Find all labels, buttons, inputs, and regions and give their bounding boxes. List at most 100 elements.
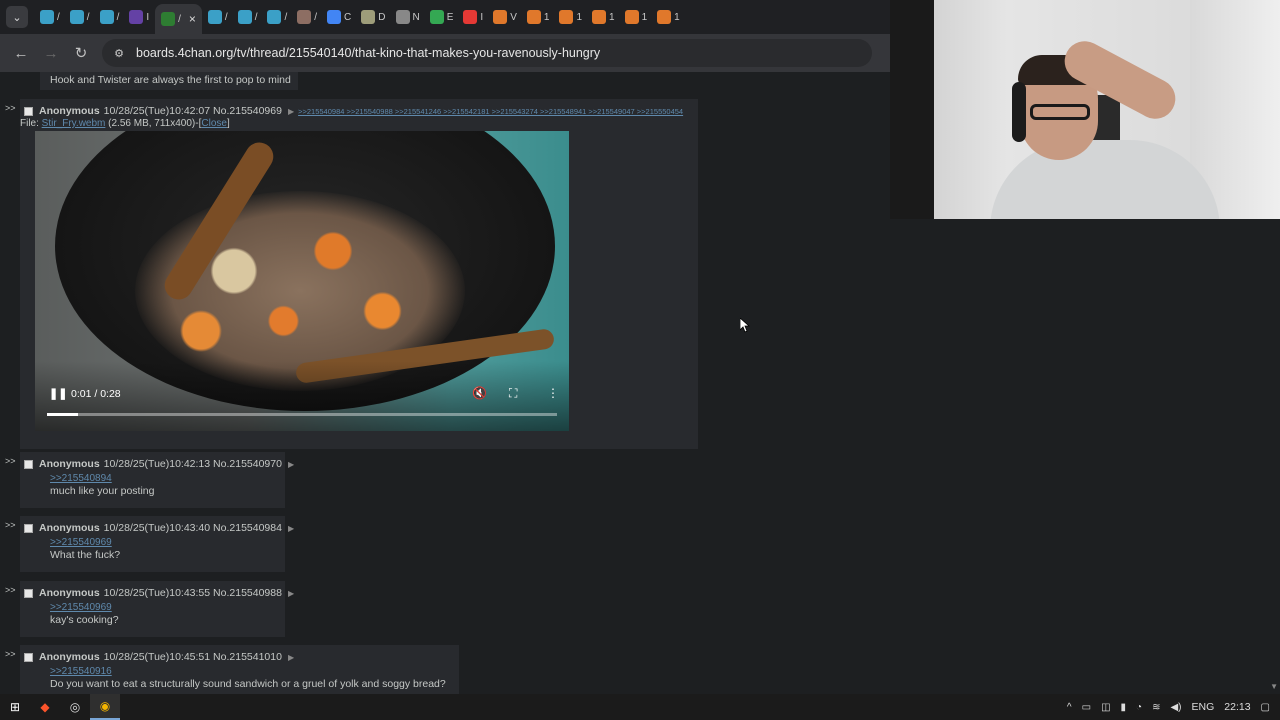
post-checkbox[interactable] — [24, 652, 33, 662]
previous-post: Hook and Twister are always the first to… — [40, 72, 298, 90]
mouse-cursor-icon — [740, 318, 750, 333]
post-message: kay's cooking? — [50, 614, 119, 626]
back-button[interactable]: ← — [8, 40, 34, 66]
tray-app-icon-2[interactable]: ◫ — [1101, 702, 1110, 713]
post-menu-icon[interactable]: ▶ — [288, 653, 294, 662]
browser-tab[interactable]: 1 — [523, 3, 554, 31]
browser-tab[interactable]: / — [96, 3, 124, 31]
browser-tab[interactable]: / — [36, 3, 64, 31]
video-time: 0:01 / 0:28 — [71, 388, 121, 400]
quote-link[interactable]: >>215540916 — [50, 666, 112, 677]
start-icon[interactable]: ⊞ — [0, 694, 30, 720]
post-arrow: >> — [5, 520, 16, 530]
tab-title: E — [446, 11, 454, 23]
browser-tab[interactable]: / — [66, 3, 94, 31]
system-tray: ^ ▭ ◫ ▮ ◔ ≋ ◀) ENG 22:13 ▢ — [1062, 694, 1280, 720]
browser-tab[interactable]: / — [263, 3, 291, 31]
grid-icon — [99, 10, 114, 24]
close-video-link[interactable]: Close — [201, 118, 227, 129]
notifications-icon[interactable]: ▢ — [1261, 702, 1270, 713]
quote-link[interactable]: >>215540969 — [50, 537, 112, 548]
chrome-icon[interactable]: ◉ — [90, 694, 120, 720]
post-number[interactable]: No.215540988 — [213, 587, 282, 599]
browser-tab[interactable]: D — [357, 3, 389, 31]
browser-tab[interactable]: / — [234, 3, 262, 31]
tab-title: 1 — [609, 11, 615, 23]
brave-icon[interactable]: ◆ — [30, 694, 60, 720]
backlinks[interactable]: >>215540984 >>215540988 >>215541246 >>21… — [298, 107, 683, 116]
volume-icon[interactable]: ◀) — [1170, 702, 1181, 713]
browser-tab[interactable]: 1 — [588, 3, 619, 31]
grid-icon — [69, 10, 84, 24]
post-datetime: 10/28/25(Tue)10:45:51 — [103, 651, 211, 663]
browser-tab[interactable]: E — [426, 3, 458, 31]
post-number[interactable]: No.215540970 — [213, 458, 282, 470]
post-arrow: >> — [5, 456, 16, 466]
tab-search-dropdown[interactable]: ⌄ — [6, 6, 28, 28]
tab-title: I — [480, 11, 484, 23]
obs-icon[interactable]: ◎ — [60, 694, 90, 720]
browser-tab[interactable]: I — [125, 3, 153, 31]
tray-app-icon[interactable]: ▭ — [1082, 702, 1091, 713]
post-checkbox[interactable] — [24, 523, 33, 533]
browser-tab[interactable]: 1 — [555, 3, 586, 31]
file-info: File: Stir_Fry.webm (2.56 MB, 711x400)-[… — [20, 118, 230, 129]
post-checkbox[interactable] — [24, 588, 33, 598]
post-menu-icon[interactable]: ▶ — [288, 107, 294, 116]
post-arrow: >> — [5, 649, 16, 659]
mic-icon[interactable]: ▮ — [1121, 702, 1127, 713]
close-tab-icon[interactable]: × — [189, 12, 196, 26]
clock[interactable]: 22:13 — [1224, 701, 1250, 713]
basketball-icon — [657, 10, 672, 24]
tab-title: D — [378, 11, 386, 23]
poster-name: Anonymous — [39, 105, 100, 117]
reply-post: Anonymous 10/28/25(Tue)10:43:55 No.215540… — [20, 581, 294, 637]
muted-icon[interactable]: 🔇 — [472, 386, 487, 400]
post-number[interactable]: No.215541010 — [213, 651, 282, 663]
browser-tab[interactable]: C — [323, 3, 355, 31]
post-message: Do you want to eat a structurally sound … — [50, 678, 446, 690]
video-progress-bar[interactable] — [47, 413, 557, 416]
post-arrow: >> — [5, 103, 16, 113]
browser-tab[interactable]: 1 — [653, 3, 684, 31]
tab-title: / — [178, 13, 181, 25]
browser-tab[interactable]: / — [293, 3, 321, 31]
post-checkbox[interactable] — [24, 459, 33, 469]
basketball-icon — [624, 10, 639, 24]
browser-tab[interactable]: / — [204, 3, 232, 31]
fullscreen-icon[interactable]: ⛶ — [509, 386, 517, 401]
post-checkbox[interactable] — [24, 106, 33, 116]
browser-tab[interactable]: / × — [155, 4, 202, 34]
more-options-icon[interactable]: ⋮ — [547, 386, 559, 400]
tray-chevron-icon[interactable]: ^ — [1067, 702, 1072, 713]
post-menu-icon[interactable]: ▶ — [288, 524, 294, 533]
tab-title: 1 — [543, 11, 550, 23]
language-indicator[interactable]: ENG — [1192, 701, 1215, 713]
wifi-icon[interactable]: ≋ — [1152, 702, 1160, 713]
forward-button[interactable]: → — [38, 40, 64, 66]
video-player[interactable]: ❚❚ 0:01 / 0:28 🔇 ⛶ ⋮ — [35, 131, 569, 431]
post-number[interactable]: No.215540984 — [213, 522, 282, 534]
file-meta: (2.56 MB, 711x400)-[ — [105, 118, 202, 129]
address-bar[interactable]: ⚙ boards.4chan.org/tv/thread/215540140/t… — [102, 39, 872, 67]
tab-title: N — [412, 11, 420, 23]
quote-link[interactable]: >>215540894 — [50, 473, 112, 484]
disk-icon — [361, 10, 376, 24]
post-menu-icon[interactable]: ▶ — [288, 589, 294, 598]
post-number[interactable]: No.215540969 — [213, 105, 282, 117]
browser-tab[interactable]: I — [459, 3, 487, 31]
reload-button[interactable]: ↻ — [68, 40, 94, 66]
pause-icon[interactable]: ❚❚ — [49, 387, 67, 400]
poster-name: Anonymous — [39, 587, 100, 599]
tab-title: 1 — [576, 11, 582, 23]
site-info-icon[interactable]: ⚙ — [112, 46, 126, 60]
browser-tab[interactable]: 1 — [621, 3, 652, 31]
network-icon[interactable]: ◔ — [1136, 702, 1142, 713]
quote-link[interactable]: >>215540969 — [50, 602, 112, 613]
browser-tab[interactable]: V — [489, 3, 521, 31]
post-menu-icon[interactable]: ▶ — [288, 460, 294, 469]
browser-tab[interactable]: N — [392, 3, 424, 31]
grid-icon — [207, 10, 222, 24]
scroll-down-icon[interactable]: ▼ — [1270, 682, 1278, 692]
file-link[interactable]: Stir_Fry.webm — [42, 118, 106, 129]
